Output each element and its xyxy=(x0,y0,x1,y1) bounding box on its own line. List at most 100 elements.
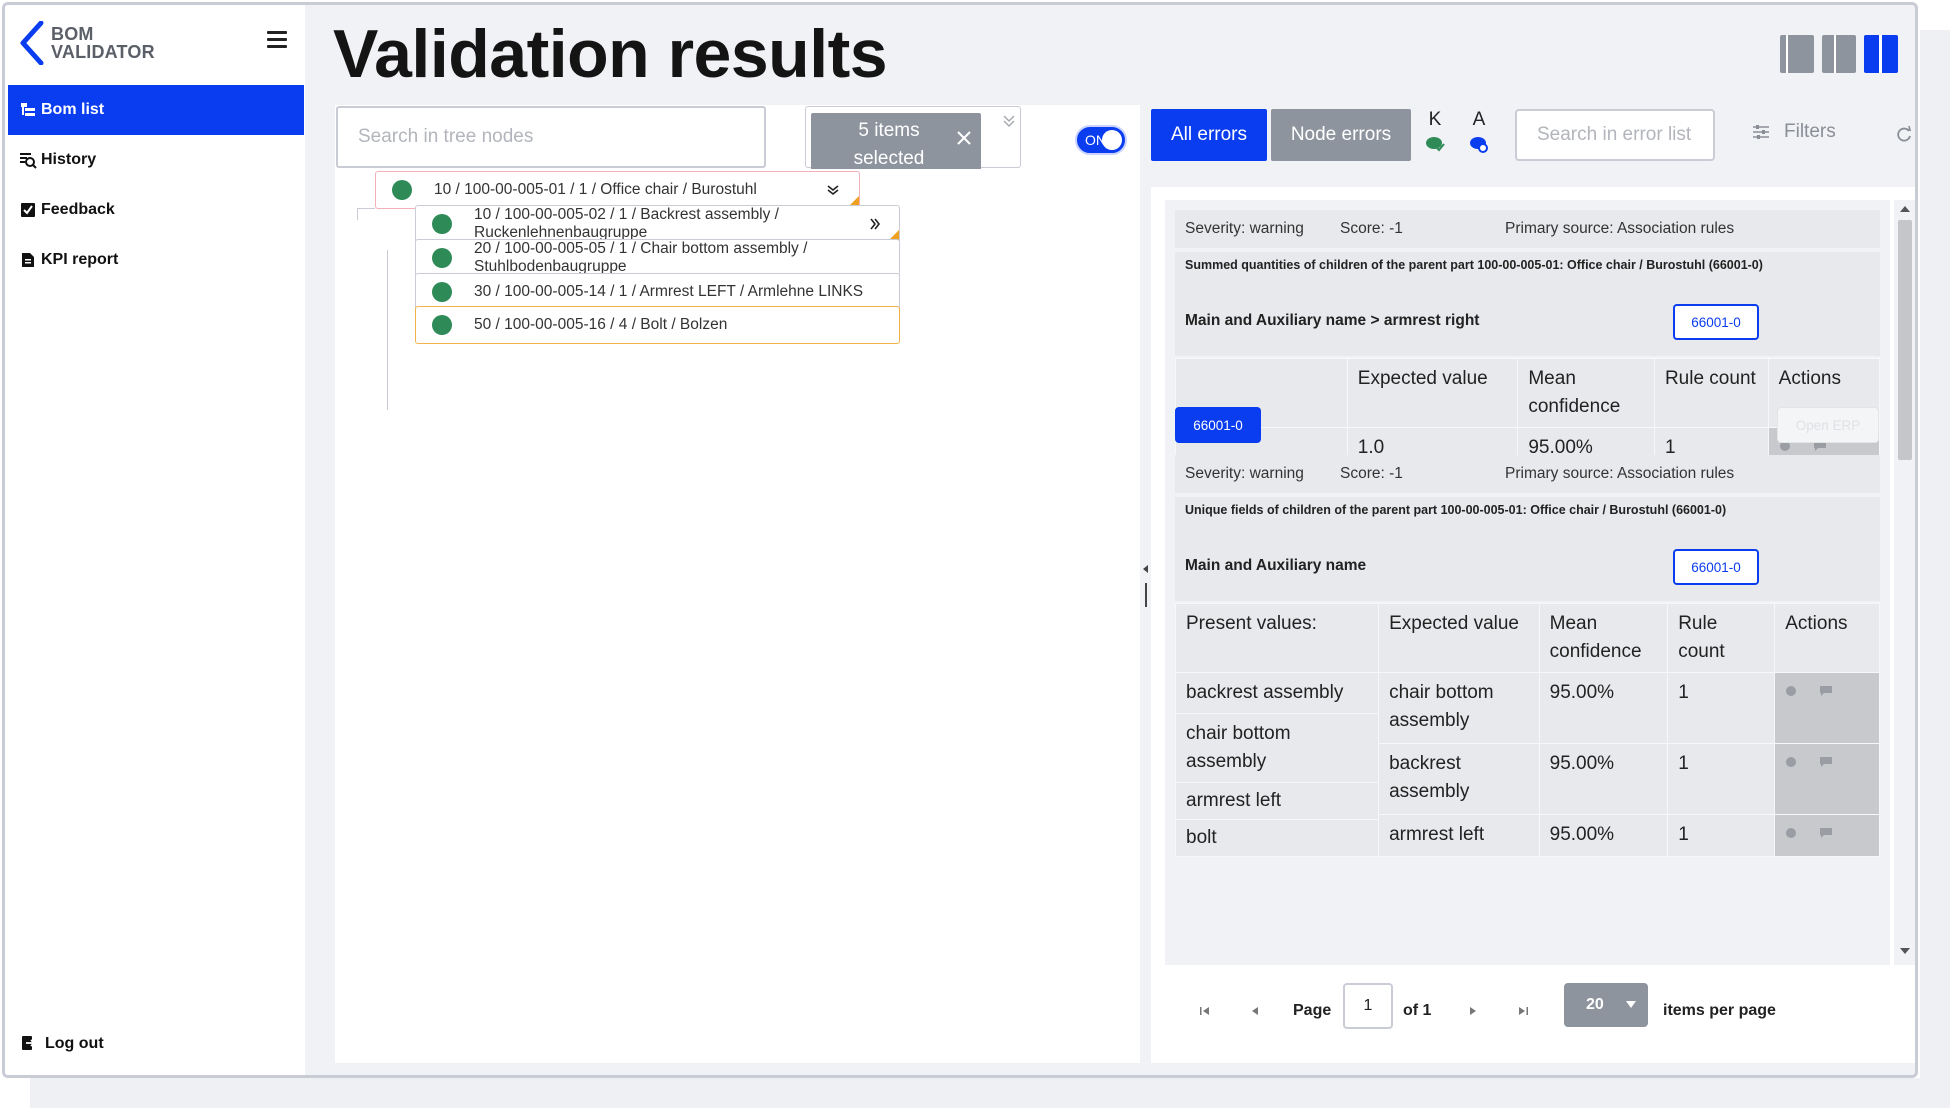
collapse-arrow-icon[interactable] xyxy=(1143,565,1149,573)
document-icon xyxy=(19,251,37,269)
blue-cloud-sync-icon xyxy=(1470,137,1488,153)
sidebar-nav: Bom list History Feedback KPI report xyxy=(8,85,304,285)
sidebar-item-bom-list[interactable]: Bom list xyxy=(8,85,304,135)
error-description-text: Summed quantities of children of the par… xyxy=(1185,258,1763,272)
items-per-page-select[interactable]: 20 xyxy=(1564,983,1648,1027)
tree-guide-line xyxy=(387,250,388,410)
chevron-right-icon[interactable] xyxy=(867,216,883,232)
comment-icon[interactable] xyxy=(1819,756,1833,768)
last-page-icon[interactable] xyxy=(1517,1005,1529,1017)
error-field-name: Main and Auxiliary name xyxy=(1185,557,1367,574)
table-header: Expected value xyxy=(1378,603,1540,673)
logout-icon xyxy=(21,1035,39,1053)
info-icon[interactable] xyxy=(1785,756,1797,768)
scroll-thumb[interactable] xyxy=(1898,220,1912,460)
part-code-badge[interactable]: 66001-0 xyxy=(1175,407,1261,443)
rule-table: Expected value Mean confidence Rule coun… xyxy=(1175,358,1881,469)
status-dot xyxy=(432,214,452,234)
sidebar-item-label: Feedback xyxy=(41,201,115,218)
panel-resizer[interactable] xyxy=(1140,105,1151,1063)
part-code-button[interactable]: 66001-0 xyxy=(1673,304,1759,340)
error-search-placeholder: Search in error list xyxy=(1537,124,1692,145)
resize-handle[interactable] xyxy=(1145,583,1147,607)
tree-toggle[interactable]: ON xyxy=(1075,125,1127,155)
a-filter[interactable]: A xyxy=(1467,109,1491,153)
error-header: Severity: warning Score: -1 Primary sour… xyxy=(1175,210,1880,248)
error-field-name: Main and Auxiliary name > armrest right xyxy=(1185,312,1480,329)
hamburger-menu-icon[interactable] xyxy=(267,31,287,49)
error-list-scrollbar[interactable] xyxy=(1894,200,1915,965)
status-dot xyxy=(432,282,452,302)
tab-node-errors[interactable]: Node errors xyxy=(1271,109,1411,161)
status-dot xyxy=(432,248,452,268)
status-dot xyxy=(392,180,412,200)
filters-button[interactable]: Filters xyxy=(1752,121,1836,143)
tab-all-errors[interactable]: All errors xyxy=(1151,109,1267,161)
logout-button[interactable]: Log out xyxy=(21,1035,104,1053)
table-header: Rule count xyxy=(1653,358,1769,428)
page-title: Validation results xyxy=(333,16,888,92)
status-dot xyxy=(432,315,452,335)
table-header: Actions xyxy=(1774,603,1880,673)
back-chevron-icon xyxy=(20,21,44,65)
toggle-knob xyxy=(1102,130,1122,150)
sidebar-item-label: History xyxy=(41,151,97,168)
present-value: chair bottom assembly xyxy=(1176,714,1379,783)
selection-chip-label: 5 items selected xyxy=(853,120,925,169)
first-page-icon[interactable] xyxy=(1199,1005,1211,1017)
tree-node-selected[interactable]: 50 / 100-00-005-16 / 4 / Bolt / Bolzen xyxy=(415,306,900,344)
tree-node[interactable]: 10 / 100-00-005-02 / 1 / Backrest assemb… xyxy=(415,205,900,243)
next-page-icon[interactable] xyxy=(1467,1005,1479,1017)
error-description-text: Unique fields of children of the parent … xyxy=(1185,503,1727,517)
error-search-input[interactable]: Search in error list xyxy=(1515,109,1715,161)
k-filter[interactable]: K xyxy=(1423,109,1447,153)
tree-node-label: 10 / 100-00-005-01 / 1 / Office chair / … xyxy=(434,181,757,198)
severity-label: Severity: warning xyxy=(1185,465,1304,482)
tree-node[interactable]: 20 / 100-00-005-05 / 1 / Chair bottom as… xyxy=(415,239,900,277)
error-description: Unique fields of children of the parent … xyxy=(1175,497,1880,601)
pagination: Page 1 of 1 20 items per page xyxy=(1151,965,1915,1063)
clear-selection-icon[interactable] xyxy=(955,129,973,147)
layout-right-icon[interactable] xyxy=(1864,35,1898,73)
open-erp-button[interactable]: Open ERP xyxy=(1777,407,1879,443)
refresh-icon[interactable] xyxy=(1895,125,1913,143)
tree-guide-line xyxy=(357,208,375,220)
brand-logo[interactable]: BOM VALIDATOR xyxy=(17,21,155,65)
expected-value: backrest assembly xyxy=(1378,742,1540,815)
tree-node-root[interactable]: 10 / 100-00-005-01 / 1 / Office chair / … xyxy=(375,171,860,209)
chevron-down-icon[interactable] xyxy=(825,182,841,198)
history-search-icon xyxy=(19,151,37,169)
app-window: BOM VALIDATOR Bom list History Feedback … xyxy=(2,2,1918,1078)
expected-value: chair bottom assembly xyxy=(1378,672,1540,744)
brand-text: BOM VALIDATOR xyxy=(51,24,155,62)
selection-chip: 5 items selected xyxy=(811,113,981,169)
table-header: Rule count xyxy=(1667,603,1776,673)
comment-icon[interactable] xyxy=(1819,685,1833,697)
error-description: Summed quantities of children of the par… xyxy=(1175,252,1880,356)
present-values-cell: backrest assembly chair bottom assembly … xyxy=(1174,672,1380,857)
layout-left-icon[interactable] xyxy=(1780,35,1814,73)
part-code-button[interactable]: 66001-0 xyxy=(1673,549,1759,585)
node-multiselect[interactable]: 5 items selected xyxy=(805,106,1021,169)
comment-icon[interactable] xyxy=(1819,827,1833,839)
present-value: bolt xyxy=(1186,827,1217,848)
rule-table: Present values: Expected value Mean conf… xyxy=(1174,603,1880,858)
layout-split-icon[interactable] xyxy=(1822,35,1856,73)
scroll-up-icon[interactable] xyxy=(1900,206,1910,212)
mean-confidence: 95.00% xyxy=(1538,672,1669,744)
window-shadow xyxy=(30,1078,1950,1108)
sidebar-item-history[interactable]: History xyxy=(8,135,304,185)
info-icon[interactable] xyxy=(1785,827,1797,839)
actions-cell xyxy=(1774,672,1880,744)
info-icon[interactable] xyxy=(1785,685,1797,697)
mean-confidence: 95.00% xyxy=(1538,742,1669,815)
double-chevron-down-icon[interactable] xyxy=(1002,113,1016,129)
prev-page-icon[interactable] xyxy=(1249,1005,1261,1017)
page-number-input[interactable]: 1 xyxy=(1343,983,1393,1029)
tree-search-input[interactable]: Search in tree nodes xyxy=(336,106,766,168)
sidebar-item-kpi-report[interactable]: KPI report xyxy=(8,235,304,285)
sidebar-item-label: Bom list xyxy=(41,101,105,118)
present-value: armrest left xyxy=(1176,783,1379,820)
sidebar-item-feedback[interactable]: Feedback xyxy=(8,185,304,235)
scroll-down-icon[interactable] xyxy=(1900,948,1910,954)
